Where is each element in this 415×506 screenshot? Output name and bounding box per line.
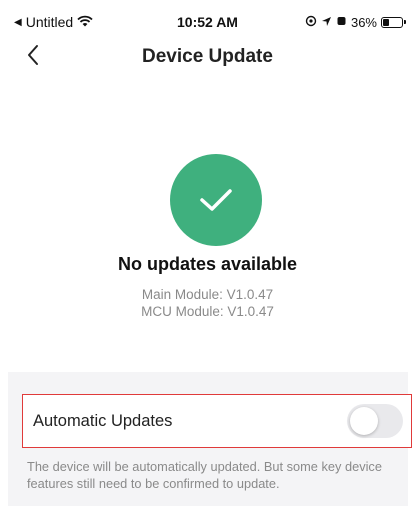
navigation-icon: [321, 15, 332, 30]
carrier-label: Untitled: [25, 14, 74, 30]
toggle-knob: [350, 407, 378, 435]
main-module-version: Main Module: V1.0.47: [141, 287, 274, 302]
page-title: Device Update: [142, 46, 273, 67]
automatic-updates-row: Automatic Updates: [22, 394, 412, 448]
battery-percent: 36%: [350, 14, 377, 30]
battery-icon: [381, 16, 406, 28]
automatic-updates-toggle[interactable]: [347, 404, 403, 438]
battery-fill: [383, 18, 390, 26]
back-arrow-icon[interactable]: ◀: [14, 17, 22, 28]
nav-bar: Device Update: [0, 36, 415, 78]
automatic-updates-label: Automatic Updates: [33, 411, 173, 430]
checkmark-icon: [170, 154, 262, 246]
mcu-module-version: MCU Module: V1.0.47: [141, 304, 274, 319]
status-bar-right: 36%: [305, 14, 406, 30]
update-status-title: No updates available: [117, 254, 298, 274]
status-bar-left: ◀ Untitled: [14, 14, 93, 30]
automatic-updates-description: The device will be automatically updated…: [27, 459, 382, 491]
alarm-icon: [336, 15, 347, 30]
chevron-left-icon: [26, 44, 40, 71]
wifi-icon: [77, 14, 93, 30]
back-button[interactable]: [18, 42, 48, 72]
location-icon: [305, 15, 317, 30]
